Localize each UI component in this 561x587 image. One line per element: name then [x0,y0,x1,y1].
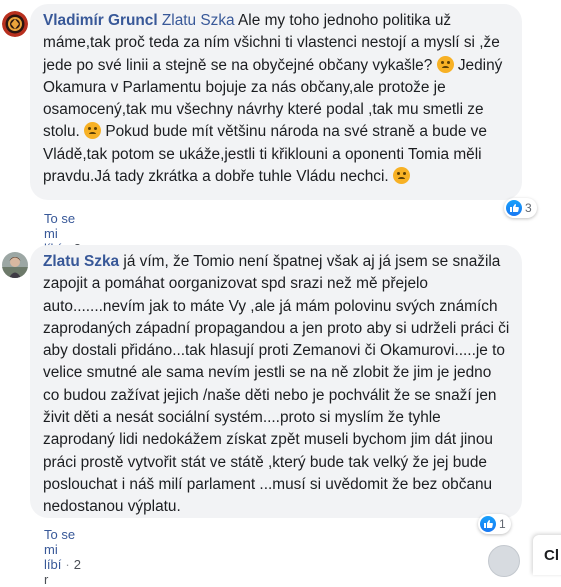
sad-face-icon [392,167,410,185]
avatar-photo-icon [2,252,28,278]
mention-link[interactable]: Zlatu Szka [162,12,235,29]
comment-actions: To se mi líbí·2 r [44,527,81,587]
comment-text: já vím, že Tomio není špatnej však aj já… [43,253,510,516]
reaction-count: 3 [525,201,532,215]
reply-avatar[interactable] [488,545,520,577]
separator-dot: · [65,557,70,572]
comment-text-part: Pokud bude mít většinu národa na své str… [43,123,487,186]
avatar[interactable] [2,11,28,37]
reaction-count: 1 [499,517,506,531]
comment-bubble: Zlatu Szka já vím, že Tomio není špatnej… [30,245,522,518]
sad-face-icon [436,55,454,73]
chat-tab-label: Cl [544,547,559,564]
like-reaction-icon [480,516,496,532]
avatar[interactable] [2,252,28,278]
chat-tab-chip[interactable]: Cl [533,535,561,575]
like-reaction-icon [506,200,522,216]
reaction-count-badge[interactable]: 1 [478,514,511,534]
comment-bubble: Vladimír Gruncl Zlatu Szka Ale my toho j… [30,4,522,200]
like-link[interactable]: To se mi líbí [44,527,75,572]
avatar-logo-icon [2,11,28,37]
comment-author[interactable]: Vladimír Gruncl [43,12,158,29]
sad-face-icon [84,122,102,140]
reaction-count-badge[interactable]: 3 [504,198,537,218]
comment-author[interactable]: Zlatu Szka [43,253,119,270]
